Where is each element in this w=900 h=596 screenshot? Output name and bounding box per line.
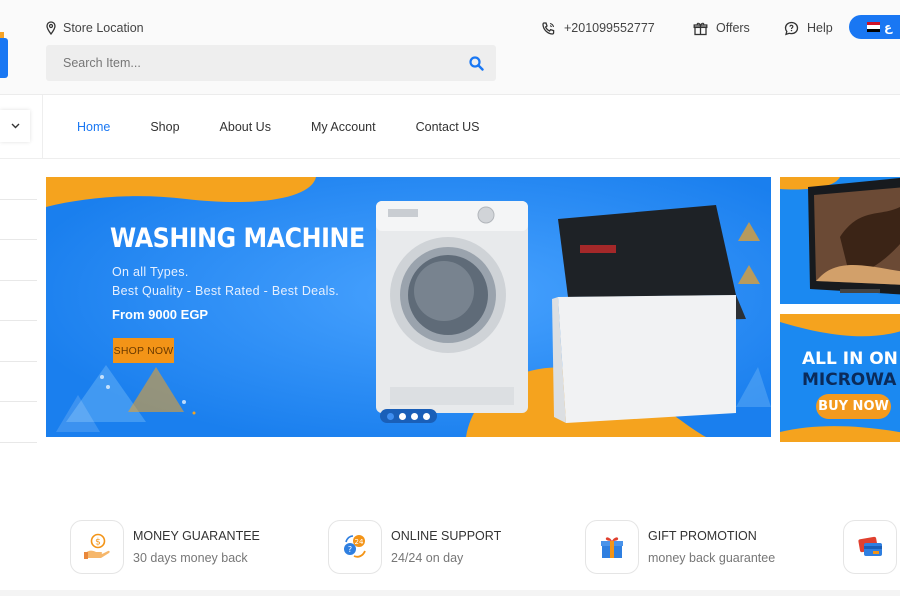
feature-gift-promotion: GIFT PROMOTION money back guarantee: [585, 520, 775, 574]
chevron-down-icon: [11, 123, 19, 129]
nav-item-contact-us[interactable]: Contact US: [416, 120, 480, 134]
hero-price: From 9000 EGP: [112, 307, 209, 322]
phone-number: +201099552777: [564, 21, 655, 35]
nav-item-about-us[interactable]: About Us: [220, 120, 271, 134]
feature-title: GIFT PROMOTION: [648, 529, 757, 543]
slider-pagination: [380, 409, 437, 423]
categories-toggle-button[interactable]: [0, 110, 30, 142]
phone-icon: [542, 21, 555, 35]
support-24-icon: 24 ?: [344, 535, 366, 558]
slider-dot[interactable]: [387, 412, 395, 420]
slider-dot[interactable]: [410, 412, 418, 420]
feature-icon-box: $: [70, 520, 124, 574]
microwave-banner-line2: MICROWA: [802, 370, 897, 390]
feature-text: GIFT PROMOTION money back guarantee: [648, 529, 775, 565]
nav-item-shop[interactable]: Shop: [150, 120, 179, 134]
feature-online-support: 24 ? ONLINE SUPPORT 24/24 on day: [328, 520, 501, 574]
shop-now-button[interactable]: SHOP NOW: [113, 338, 174, 363]
store-location-link[interactable]: Store Location: [46, 19, 144, 37]
feature-icon-box: 24 ?: [328, 520, 382, 574]
site-logo[interactable]: [0, 32, 8, 78]
nav-item-home[interactable]: Home: [77, 120, 110, 134]
nav-menu: Home Shop About Us My Account Contact US: [77, 95, 520, 159]
feature-icon-box: [843, 520, 897, 574]
feature-subtitle: 30 days money back: [133, 551, 248, 565]
feature-text: ONLINE SUPPORT 24/24 on day: [391, 529, 501, 565]
hero-title: WASHING MACHINE: [110, 223, 365, 254]
feature-title: ONLINE SUPPORT: [391, 529, 502, 543]
offers-link[interactable]: Offers: [693, 19, 750, 37]
gift-box-icon: [601, 537, 623, 558]
search-bar: [46, 45, 496, 81]
help-link[interactable]: Help: [784, 19, 833, 37]
slider-dot[interactable]: [399, 412, 407, 420]
top-header: Store Location +201099552777 Offers: [0, 0, 900, 95]
category-item[interactable]: [0, 362, 37, 402]
feature-text: MONEY GUARANTEE 30 days money back: [133, 529, 260, 565]
help-label: Help: [807, 21, 833, 35]
feature-payment: [843, 520, 897, 574]
category-item[interactable]: [0, 200, 37, 240]
language-label: ع: [884, 20, 893, 34]
slider-dot[interactable]: [422, 412, 430, 420]
main-nav: Home Shop About Us My Account Contact US: [0, 95, 900, 159]
category-item[interactable]: [0, 402, 37, 443]
phone-link[interactable]: +201099552777: [541, 19, 655, 37]
feature-icon-box: [585, 520, 639, 574]
microwave-promo-banner[interactable]: ALL IN ON MICROWA BUY NOW: [780, 314, 900, 442]
category-item[interactable]: [0, 281, 37, 321]
tv-promo-banner[interactable]: [780, 177, 900, 304]
help-chat-icon: [784, 21, 799, 35]
svg-text:$: $: [95, 538, 101, 548]
nav-item-my-account[interactable]: My Account: [311, 120, 376, 134]
section-divider: [0, 590, 900, 596]
microwave-banner-line1: ALL IN ON: [802, 349, 898, 369]
features-row: $ MONEY GUARANTEE 30 days money back 24 …: [0, 505, 900, 585]
microwave-banner-title: ALL IN ON MICROWA: [802, 349, 898, 391]
search-input[interactable]: [63, 56, 469, 70]
category-item[interactable]: [0, 159, 37, 200]
egypt-flag-icon: [867, 22, 880, 32]
hero-slider[interactable]: WASHING MACHINE On all Types. Best Quali…: [46, 177, 771, 437]
category-item[interactable]: [0, 321, 37, 362]
hero-subtitle-2: Best Quality - Best Rated - Best Deals.: [112, 284, 340, 298]
offers-label: Offers: [716, 21, 750, 35]
buy-now-button[interactable]: BUY NOW: [816, 394, 891, 419]
hero-subtitle-1: On all Types.: [112, 265, 189, 279]
map-pin-icon: [46, 21, 56, 35]
svg-text:?: ?: [348, 545, 352, 554]
tv-image: [780, 177, 900, 304]
feature-money-guarantee: $ MONEY GUARANTEE 30 days money back: [70, 520, 260, 574]
language-switch-button[interactable]: ع: [849, 15, 900, 39]
feature-title: MONEY GUARANTEE: [133, 529, 260, 543]
category-item[interactable]: [0, 240, 37, 281]
search-icon[interactable]: [469, 55, 484, 71]
store-location-label: Store Location: [63, 21, 144, 35]
feature-subtitle: 24/24 on day: [391, 551, 464, 565]
gift-icon: [693, 22, 708, 35]
svg-text:24: 24: [355, 538, 364, 546]
payment-cards-icon: [858, 536, 882, 556]
feature-subtitle: money back guarantee: [648, 551, 776, 565]
money-hand-icon: $: [84, 533, 110, 559]
category-list: [0, 159, 37, 443]
categories-menu: [0, 95, 43, 159]
